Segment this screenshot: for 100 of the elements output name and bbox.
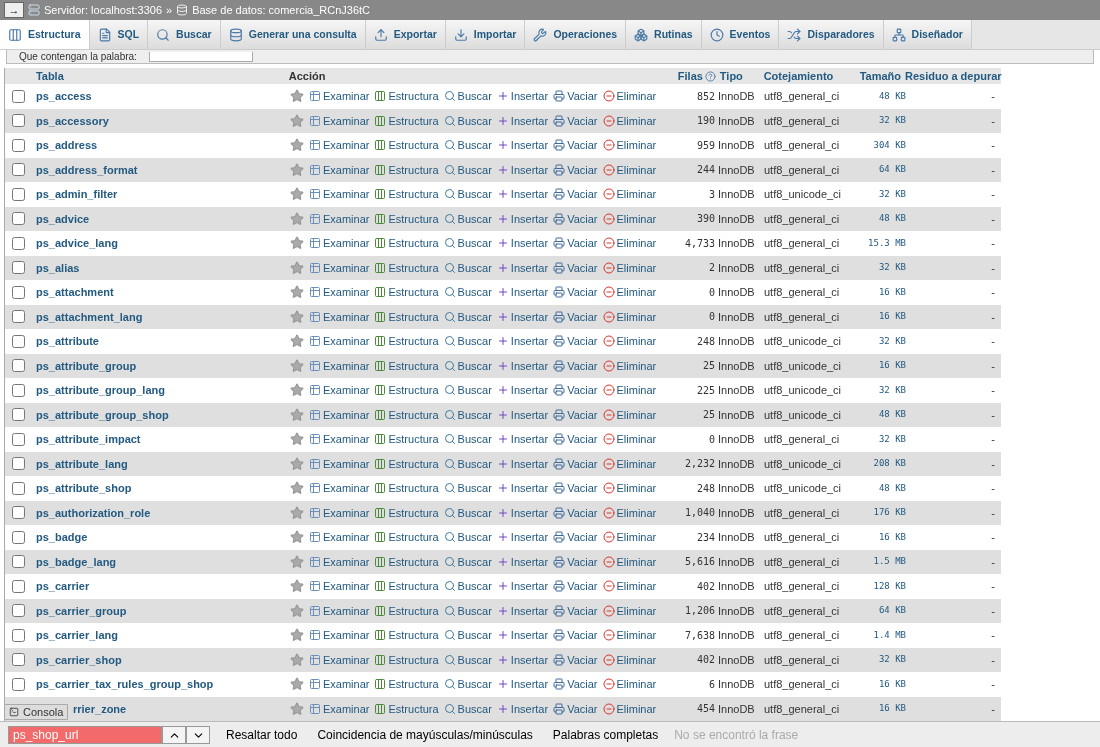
size-cell[interactable]: 208 KB [854,457,906,471]
action-link[interactable]: Vaciar [553,455,598,472]
star-icon[interactable] [290,628,304,643]
row-checkbox[interactable] [12,359,25,373]
action-link[interactable]: Buscar [443,308,492,325]
action-link[interactable]: Vaciar [553,357,598,374]
action-link[interactable]: Insertar [496,455,549,472]
action-link[interactable]: Vaciar [553,529,598,546]
table-name-link[interactable]: ps_badge_lang [36,555,117,568]
action-link[interactable]: Examinar [309,137,370,154]
action-link[interactable]: Estructura [374,578,439,595]
action-link[interactable]: Eliminar [602,186,657,203]
action-link[interactable]: Vaciar [553,308,598,325]
action-link[interactable]: Examinar [309,480,370,497]
action-link[interactable]: Estructura [374,186,439,203]
action-link[interactable]: Insertar [496,235,549,252]
action-link[interactable]: Insertar [496,627,549,644]
action-link[interactable]: Buscar [443,578,492,595]
action-link[interactable]: Examinar [309,88,370,105]
star-icon[interactable] [290,187,304,202]
action-link[interactable]: Examinar [309,259,370,276]
action-link[interactable]: Estructura [374,431,439,448]
action-link[interactable]: Estructura [374,210,439,227]
star-icon[interactable] [290,481,304,496]
star-icon[interactable] [290,236,304,251]
action-link[interactable]: Insertar [496,186,549,203]
table-name-link[interactable]: ps_attachment [36,286,114,298]
action-link[interactable]: Eliminar [602,504,657,521]
action-link[interactable]: Insertar [496,259,549,276]
table-name-link[interactable]: ps_badge [36,531,88,543]
action-link[interactable]: Eliminar [602,333,657,350]
action-link[interactable]: Insertar [496,602,549,619]
star-icon[interactable] [290,505,304,520]
action-link[interactable]: Buscar [443,357,492,374]
action-link[interactable]: Vaciar [553,504,598,521]
action-link[interactable]: Buscar [443,406,492,423]
table-name-link[interactable]: rrier_zone [73,702,127,715]
action-link[interactable]: Buscar [443,161,492,178]
action-link[interactable]: Insertar [496,480,549,497]
action-link[interactable]: Buscar [443,235,492,252]
size-cell[interactable]: 32 KB [854,114,906,128]
row-checkbox[interactable] [12,138,25,152]
action-link[interactable]: Insertar [496,88,549,105]
action-link[interactable]: Insertar [496,431,549,448]
action-link[interactable]: Estructura [374,357,439,374]
action-link[interactable]: Vaciar [553,602,598,619]
star-icon[interactable] [290,138,304,153]
star-icon[interactable] [290,113,304,128]
star-icon[interactable] [290,603,304,618]
table-name-link[interactable]: ps_attribute_group_lang [36,384,165,396]
table-name-link[interactable]: ps_advice [36,212,90,225]
action-link[interactable]: Buscar [443,676,492,693]
table-name-link[interactable]: ps_alias [36,261,80,274]
action-link[interactable]: Vaciar [553,235,598,252]
action-link[interactable]: Eliminar [602,137,657,154]
action-link[interactable]: Buscar [443,529,492,546]
action-link[interactable]: Vaciar [553,382,598,399]
column-header[interactable]: Tipo [717,67,764,85]
table-name-link[interactable]: ps_carrier_tax_rules_group_shop [36,678,214,690]
action-link[interactable]: Estructura [374,308,439,325]
action-link[interactable]: Insertar [496,651,549,668]
action-link[interactable]: Vaciar [553,186,598,203]
action-link[interactable]: Buscar [443,382,492,399]
size-cell[interactable]: 16 KB [854,285,906,299]
action-link[interactable]: Vaciar [553,651,598,668]
action-link[interactable]: Eliminar [602,676,657,693]
row-checkbox[interactable] [12,530,25,544]
action-link[interactable]: Eliminar [602,161,657,178]
action-link[interactable]: Vaciar [553,431,598,448]
action-link[interactable]: Estructura [374,333,439,350]
action-link[interactable]: Vaciar [553,161,598,178]
action-link[interactable]: Insertar [496,161,549,178]
collapse-button[interactable]: → [4,2,24,18]
table-name-link[interactable]: ps_address [36,139,98,151]
action-link[interactable]: Estructura [374,284,439,301]
action-link[interactable]: Buscar [443,627,492,644]
action-link[interactable]: Estructura [374,161,439,178]
action-link[interactable]: Buscar [443,186,492,203]
row-checkbox[interactable] [12,653,25,667]
row-checkbox[interactable] [12,457,25,471]
action-link[interactable]: Estructura [374,259,439,276]
star-icon[interactable] [290,358,304,373]
size-cell[interactable]: 64 KB [854,604,906,618]
action-link[interactable]: Insertar [496,284,549,301]
tab[interactable]: Diseñador [883,20,972,49]
action-link[interactable]: Eliminar [602,210,657,227]
action-link[interactable]: Eliminar [602,529,657,546]
action-link[interactable]: Eliminar [602,455,657,472]
tab[interactable]: Eventos [701,20,780,49]
row-checkbox[interactable] [12,604,25,618]
action-link[interactable]: Vaciar [553,480,598,497]
star-icon[interactable] [290,456,304,471]
action-link[interactable]: Buscar [443,431,492,448]
action-link[interactable]: Examinar [309,382,370,399]
star-icon[interactable] [290,211,304,226]
star-icon[interactable] [290,309,304,324]
table-name-link[interactable]: ps_advice_lang [36,237,118,249]
action-link[interactable]: Estructura [374,137,439,154]
size-cell[interactable]: 1.5 MB [854,555,906,569]
row-checkbox[interactable] [12,285,25,299]
